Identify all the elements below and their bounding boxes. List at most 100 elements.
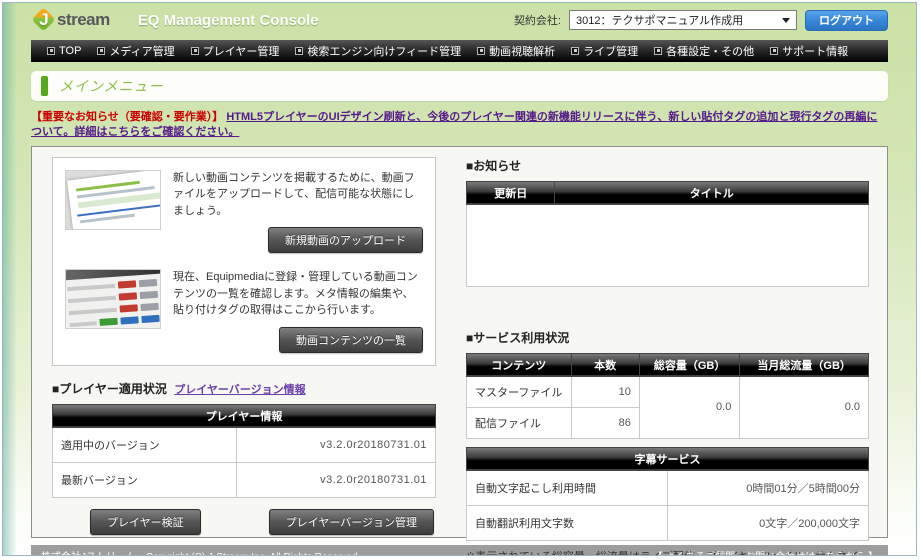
nav-item-analytics[interactable]: 動画視聴解析 <box>469 43 563 59</box>
master-file-label: マスターファイル <box>467 376 572 407</box>
table-row: 適用中のバージョン v3.2.0r20180731.01 <box>53 427 436 462</box>
header: J stream EQ Management Console 契約会社: 301… <box>3 3 916 37</box>
player-version-info-link[interactable]: プレイヤーバージョン情報 <box>174 384 305 396</box>
window-link-icon <box>654 47 662 55</box>
window-link-icon <box>191 47 199 55</box>
translation-chars-label: 自動翻訳利用文字数 <box>467 505 668 540</box>
app-title: EQ Management Console <box>138 12 319 29</box>
player-status-heading-text: ■プレイヤー適用状況 <box>52 382 167 396</box>
latest-version-value: v3.2.0r20180731.01 <box>236 462 435 497</box>
transcription-time-value: 0時間01分／5時間00分 <box>668 470 869 505</box>
nav-item-label: プレイヤー管理 <box>203 43 280 59</box>
promo-upload-body: 新しい動画コンテンツを掲載するために、動画ファイルをアップロードして、配信可能な… <box>173 170 423 254</box>
important-notice: 【重要なお知らせ（要確認・要作業）】 HTML5プレイヤーのUIデザイン刷新と、… <box>31 110 888 141</box>
service-usage-table: コンテンツ 本数 総容量（GB） 当月総流量（GB） マスターファイル 10 0… <box>466 353 869 439</box>
current-version-value: v3.2.0r20180731.01 <box>236 427 435 462</box>
subtitle-service-title: 字幕サービス <box>467 447 869 470</box>
company-select-value: 3012：テクサポマニュアル作成用 <box>576 12 743 28</box>
news-heading: ■お知らせ <box>466 157 869 174</box>
window-link-icon <box>770 47 778 55</box>
table-row: 自動文字起こし利用時間 0時間01分／5時間00分 <box>467 470 869 505</box>
video-content-list-button[interactable]: 動画コンテンツの一覧 <box>279 327 423 353</box>
translation-chars-value: 0文字／200,000文字 <box>668 505 869 540</box>
player-info-table-title: プレイヤー情報 <box>53 404 436 427</box>
right-column: ■お知らせ 更新日 タイトル ■サービス利用状況 コンテンツ 本数 <box>466 157 869 525</box>
footer: 株式会社Jストリーム Copyright (C) J-Stream Inc. A… <box>31 545 888 556</box>
nav-item-label: 検索エンジン向けフィード管理 <box>307 43 461 59</box>
player-status-heading: ■プレイヤー適用状況 プレイヤーバージョン情報 <box>52 380 436 397</box>
window-link-icon <box>477 47 485 55</box>
company-select[interactable]: 3012：テクサポマニュアル作成用 <box>569 10 797 30</box>
promo-list-row: 現在、Equipmediaに登録・管理している動画コンテンツの一覧を確認します。… <box>65 269 423 353</box>
table-mock <box>65 269 161 329</box>
nav-item-seo-feed[interactable]: 検索エンジン向けフィード管理 <box>287 43 469 59</box>
promo-list-text: 現在、Equipmediaに登録・管理している動画コンテンツの一覧を確認します。… <box>173 269 423 319</box>
logo-text: stream <box>57 10 110 30</box>
promo-box: 新しい動画コンテンツを掲載するために、動画ファイルをアップロードして、配信可能な… <box>52 157 436 366</box>
notice-prefix: 【重要なお知らせ（要確認・要作業）】 <box>31 111 223 123</box>
upload-new-video-button[interactable]: 新規動画のアップロード <box>268 227 423 253</box>
jstream-logo[interactable]: J stream <box>31 7 110 33</box>
service-col-content: コンテンツ <box>467 353 572 376</box>
nav-item-label: 動画視聴解析 <box>489 43 555 59</box>
nav-item-label: サポート情報 <box>782 43 848 59</box>
subtitle-service-table: 字幕サービス 自動文字起こし利用時間 0時間01分／5時間00分 自動翻訳利用文… <box>466 447 869 541</box>
latest-version-label: 最新バージョン <box>53 462 237 497</box>
nav-item-player[interactable]: プレイヤー管理 <box>183 43 288 59</box>
faq-contact-link[interactable]: 【 よくあるご質問・お問い合わせはこちらから 】 <box>652 548 878 556</box>
nav-item-media[interactable]: メディア管理 <box>89 43 182 59</box>
table-row <box>467 204 869 286</box>
service-usage-heading: ■サービス利用状況 <box>466 329 869 346</box>
window-link-icon <box>47 47 55 55</box>
table-row: マスターファイル 10 0.0 0.0 <box>467 376 869 407</box>
document-mock <box>67 170 161 230</box>
table-row: 自動翻訳利用文字数 0文字／200,000文字 <box>467 505 869 540</box>
header-right: 契約会社: 3012：テクサポマニュアル作成用 ログアウト <box>514 10 888 31</box>
logo-letter: J <box>31 8 57 32</box>
jstream-logo-icon: J <box>31 7 57 33</box>
content-list-thumbnail-image <box>65 269 161 329</box>
player-buttons-row: プレイヤー検証 プレイヤーバージョン管理 <box>52 509 436 535</box>
promo-upload-row: 新しい動画コンテンツを掲載するために、動画ファイルをアップロードして、配信可能な… <box>65 170 423 254</box>
player-info-table: プレイヤー情報 適用中のバージョン v3.2.0r20180731.01 最新バ… <box>52 404 436 498</box>
nav-item-top[interactable]: TOP <box>39 45 89 57</box>
transcription-time-label: 自動文字起こし利用時間 <box>467 470 668 505</box>
window-link-icon <box>97 47 105 55</box>
main-nav: TOP メディア管理 プレイヤー管理 検索エンジン向けフィード管理 動画視聴解析… <box>31 40 888 62</box>
window-link-icon <box>295 47 303 55</box>
player-verify-button[interactable]: プレイヤー検証 <box>90 509 201 535</box>
promo-upload-text: 新しい動画コンテンツを掲載するために、動画ファイルをアップロードして、配信可能な… <box>173 170 423 220</box>
nav-item-label: 各種設定・その他 <box>666 43 754 59</box>
news-table: 更新日 タイトル <box>466 181 869 287</box>
left-column: 新しい動画コンテンツを掲載するために、動画ファイルをアップロードして、配信可能な… <box>52 157 436 525</box>
logout-button[interactable]: ログアウト <box>805 10 888 31</box>
main-content-panel: 新しい動画コンテンツを掲載するために、動画ファイルをアップロードして、配信可能な… <box>31 146 888 538</box>
green-accent-bar <box>41 76 48 96</box>
window-link-icon <box>571 47 579 55</box>
table-row: 最新バージョン v3.2.0r20180731.01 <box>53 462 436 497</box>
service-col-traffic: 当月総流量（GB） <box>740 353 869 376</box>
nav-item-label: TOP <box>59 45 81 57</box>
page-title: メインメニュー <box>59 76 164 96</box>
delivery-file-count: 86 <box>571 407 639 438</box>
nav-item-label: ライブ管理 <box>583 43 638 59</box>
service-col-count: 本数 <box>571 353 639 376</box>
news-col-title: タイトル <box>555 181 869 204</box>
eq-management-console-page: J stream EQ Management Console 契約会社: 301… <box>2 2 917 556</box>
promo-list-body: 現在、Equipmediaに登録・管理している動画コンテンツの一覧を確認します。… <box>173 269 423 353</box>
nav-item-label: メディア管理 <box>109 43 174 59</box>
current-version-label: 適用中のバージョン <box>53 427 237 462</box>
total-volume-value: 0.0 <box>639 376 740 438</box>
chevron-down-icon <box>782 18 790 23</box>
monthly-traffic-value: 0.0 <box>740 376 869 438</box>
nav-item-support[interactable]: サポート情報 <box>762 43 856 59</box>
main-menu-band: メインメニュー <box>31 71 888 101</box>
news-col-date: 更新日 <box>467 181 555 204</box>
nav-item-settings[interactable]: 各種設定・その他 <box>646 43 762 59</box>
upload-thumbnail-image <box>65 170 161 230</box>
news-empty-cell <box>467 204 869 286</box>
copyright-text: 株式会社Jストリーム Copyright (C) J-Stream Inc. A… <box>41 548 360 556</box>
player-version-manage-button[interactable]: プレイヤーバージョン管理 <box>269 509 434 535</box>
delivery-file-label: 配信ファイル <box>467 407 572 438</box>
nav-item-live[interactable]: ライブ管理 <box>563 43 646 59</box>
